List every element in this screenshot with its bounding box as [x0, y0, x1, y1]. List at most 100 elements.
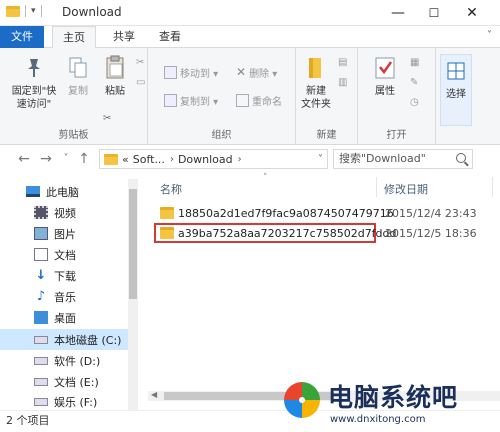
select-button[interactable]: 选择	[440, 54, 472, 126]
sidebar-item-label: 软件 (D:)	[54, 354, 101, 368]
column-divider[interactable]	[376, 177, 377, 197]
chevron-right-icon: ›	[169, 153, 174, 165]
select-grid-icon	[443, 57, 469, 85]
breadcrumb-overflow[interactable]: «	[122, 153, 129, 166]
tab-home[interactable]: 主页	[52, 26, 96, 49]
cut-icon[interactable]: ✂	[136, 54, 144, 70]
separator	[40, 5, 42, 17]
new-folder-label: 新建 文件夹	[301, 86, 331, 110]
edit-icon[interactable]: ✎	[410, 74, 418, 90]
file-modified-date: 2015/12/4 23:43	[385, 206, 477, 220]
pin-label: 固定到"快 速访问"	[11, 86, 57, 110]
sidebar-item-local-disk-c[interactable]: 本地磁盘 (C:)	[0, 329, 128, 350]
window-title: Download	[62, 5, 122, 19]
clipboard-icon	[102, 54, 128, 82]
copy-button[interactable]: 复制	[64, 54, 92, 98]
windows-logo-icon	[284, 382, 320, 418]
music-icon: ♪	[36, 289, 46, 304]
navigation-scrollbar[interactable]	[128, 179, 138, 410]
download-icon: ↓	[35, 268, 47, 283]
copy-label: 复制	[68, 86, 88, 97]
up-button[interactable]: ↑	[76, 150, 92, 168]
select-group: 选择	[436, 48, 476, 145]
minimize-button[interactable]: —	[380, 0, 416, 26]
toolbar-dropdown-icon[interactable]: ▾	[31, 6, 36, 16]
computer-icon	[26, 186, 40, 197]
easy-access-icon[interactable]: ▥	[338, 74, 347, 90]
watermark: 电脑系统吧 www.dnxitong.com	[282, 378, 500, 432]
copy-to-icon	[164, 93, 177, 107]
copy-to-button[interactable]: 复制到 ▾	[164, 92, 218, 108]
delete-icon: ✕	[236, 65, 247, 79]
navigation-pane: 此电脑 视频 图片 文档 ↓ 下载 ♪ 音乐 桌面 本地磁盘 (C:) 软件 (…	[0, 173, 140, 410]
drive-icon	[34, 335, 48, 344]
forward-button[interactable]: →	[38, 150, 54, 168]
scissors-icon[interactable]: ✂	[103, 110, 111, 126]
navigation-bar: ← → ˅ ↑ « Soft... › Download › ˅ ↻ 搜索"Do…	[0, 145, 500, 173]
sidebar-item-label: 视频	[54, 206, 76, 220]
drive-icon	[34, 397, 48, 406]
sidebar-item-label: 音乐	[54, 290, 76, 304]
expand-ribbon-icon[interactable]: ˅	[487, 30, 492, 41]
delete-button[interactable]: ✕ 删除 ▾	[236, 64, 277, 80]
copy-path-icon[interactable]: ▭	[136, 74, 145, 90]
watermark-url: www.dnxitong.com	[330, 414, 426, 425]
history-icon[interactable]: ◷	[410, 94, 419, 110]
address-bar[interactable]: « Soft... › Download › ˅	[99, 149, 328, 169]
open-group: 属性 ▦ ✎ ◷ 打开	[358, 48, 436, 145]
recent-locations-button[interactable]: ˅	[58, 150, 74, 168]
pin-quick-access-button[interactable]: 固定到"快 速访问"	[8, 54, 60, 111]
sidebar-item-label: 本地磁盘 (C:)	[54, 333, 122, 347]
ribbon: 固定到"快 速访问" 复制 粘贴 ✂ ▭ ✂ 剪贴板 移动到 ▾ 复制到 ▾ ✕…	[0, 48, 500, 145]
search-placeholder: 搜索"Download"	[339, 152, 426, 165]
rename-icon	[236, 93, 249, 107]
properties-button[interactable]: 属性	[368, 54, 402, 98]
tab-file[interactable]: 文件	[0, 26, 44, 48]
desktop-icon	[34, 311, 48, 324]
clipboard-group: 固定到"快 速访问" 复制 粘贴 ✂ ▭ ✂ 剪贴板	[0, 48, 148, 145]
folder-icon	[160, 207, 174, 219]
table-row[interactable]: 18850a2d1ed7f9fac9a0874507479716 2015/12…	[154, 203, 499, 223]
move-to-button[interactable]: 移动到 ▾	[164, 64, 218, 80]
maximize-button[interactable]: ☐	[416, 0, 452, 26]
table-row[interactable]: a39ba752a8aa7203217c758502d7fddd 2015/12…	[154, 223, 499, 243]
search-input[interactable]: 搜索"Download"	[333, 149, 473, 169]
new-group-label: 新建	[316, 130, 337, 141]
open-icon[interactable]: ▦	[410, 54, 419, 70]
file-name: a39ba752a8aa7203217c758502d7fddd	[178, 226, 397, 240]
new-folder-button[interactable]: 新建 文件夹	[298, 54, 334, 111]
new-group: 新建 文件夹 ▤ ▥ 新建	[296, 48, 358, 145]
back-button[interactable]: ←	[16, 150, 32, 168]
file-modified-date: 2015/12/5 18:36	[385, 226, 477, 240]
close-button[interactable]: ✕	[454, 0, 490, 26]
rename-label: 重命名	[252, 96, 282, 108]
breadcrumb-soft[interactable]: Soft...	[133, 153, 165, 166]
column-header-modified[interactable]: 修改日期	[384, 181, 428, 197]
tab-view[interactable]: 查看	[150, 26, 190, 48]
scrollbar-thumb[interactable]	[129, 189, 137, 299]
new-folder-icon	[303, 54, 329, 82]
folder-icon	[160, 227, 174, 239]
picture-icon	[34, 227, 48, 240]
paste-button[interactable]: 粘贴	[98, 54, 132, 98]
column-divider[interactable]	[492, 177, 493, 197]
organize-group-label: 组织	[211, 130, 232, 141]
address-dropdown-icon[interactable]: ˅	[318, 154, 323, 165]
new-item-icon[interactable]: ▤	[338, 54, 347, 70]
file-list: ˄ 名称 修改日期 18850a2d1ed7f9fac9a08745074797…	[140, 173, 500, 410]
quick-access-toolbar: ▾	[6, 5, 42, 17]
delete-label: 删除 ▾	[249, 68, 278, 80]
organize-group: 移动到 ▾ 复制到 ▾ ✕ 删除 ▾ 重命名 组织	[148, 48, 296, 145]
scroll-left-icon[interactable]: ◀	[151, 390, 157, 399]
tab-share[interactable]: 共享	[104, 26, 144, 48]
video-icon	[34, 206, 48, 219]
drive-icon	[34, 356, 48, 365]
open-group-label: 打开	[386, 130, 407, 141]
file-name: 18850a2d1ed7f9fac9a0874507479716	[178, 206, 394, 220]
sidebar-item-label: 此电脑	[46, 185, 79, 199]
breadcrumb-download[interactable]: Download	[178, 153, 233, 166]
sidebar-item-label: 桌面	[54, 311, 76, 325]
pin-icon	[21, 54, 47, 82]
column-header-name[interactable]: 名称	[160, 181, 182, 197]
rename-button[interactable]: 重命名	[236, 92, 282, 108]
